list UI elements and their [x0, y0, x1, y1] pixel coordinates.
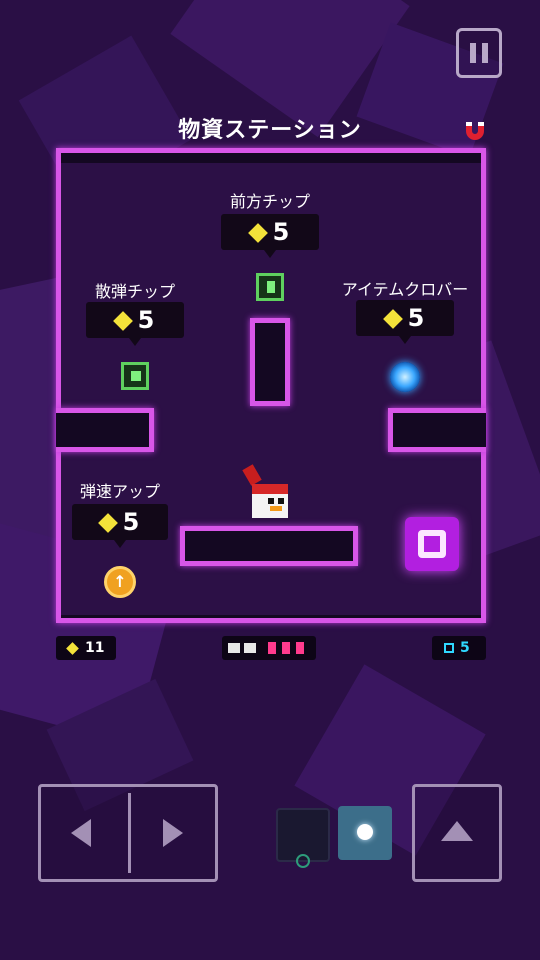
orb-shot-icon — [357, 824, 373, 840]
item-forward-chip[interactable]: 前方チップ 5 — [200, 188, 340, 308]
item-bullet-speed[interactable]: 弾速アップ 5 ↑ — [58, 478, 188, 608]
jump-arrow-icon — [441, 821, 473, 841]
key-icon — [444, 643, 454, 653]
right-arrow-icon — [163, 819, 183, 847]
gem-icon — [66, 641, 79, 655]
item-spread-chip[interactable]: 散弾チップ 5 — [70, 278, 200, 398]
health-pip — [268, 642, 276, 654]
move-left-button[interactable] — [41, 787, 127, 879]
page-title: 物資ステーション — [178, 118, 362, 143]
spread-chip-icon — [121, 362, 149, 390]
price-tag: 5 — [221, 214, 319, 258]
gem-icon — [97, 513, 118, 533]
weapon-slot-orb[interactable] — [338, 806, 392, 860]
gem-icon — [112, 311, 133, 331]
pause-button[interactable] — [456, 28, 502, 78]
price-value: 5 — [272, 218, 290, 246]
price-value: 5 — [122, 508, 140, 536]
bullet-speed-coin-icon: ↑ — [104, 566, 136, 598]
move-right-button[interactable] — [131, 787, 215, 879]
move-dpad — [38, 784, 218, 882]
item-label: アイテムクロバー — [341, 280, 469, 299]
price-tag: 5 — [356, 300, 454, 344]
right-ledge — [388, 408, 486, 452]
forward-chip-icon — [256, 273, 284, 301]
item-orb-icon — [390, 362, 420, 392]
price-tag: 5 — [86, 302, 184, 346]
gem-icon — [247, 223, 268, 243]
price-value: 5 — [407, 304, 425, 332]
jump-button[interactable] — [412, 784, 502, 882]
key-count: 5 — [460, 640, 470, 656]
exit-portal[interactable] — [405, 517, 459, 571]
health-pip — [296, 642, 304, 654]
item-label: 前方チップ — [229, 192, 310, 211]
gem-count: 11 — [85, 640, 105, 656]
item-orb[interactable]: アイテムクロバー 5 — [330, 276, 480, 406]
gem-icon — [382, 309, 403, 329]
robot-icon — [244, 643, 256, 653]
robot-icon — [228, 643, 240, 653]
gem-counter: 11 — [56, 636, 116, 660]
health-bar — [222, 636, 316, 660]
weapon-slot-empty[interactable] — [276, 808, 330, 868]
pause-icon — [470, 43, 476, 63]
portal-icon — [418, 530, 446, 558]
key-counter: 5 — [432, 636, 486, 660]
item-label: 散弾チップ — [94, 282, 175, 301]
left-ledge — [56, 408, 154, 452]
slot-indicator-icon — [296, 854, 310, 868]
center-pillar — [250, 318, 290, 406]
price-tag: 5 — [72, 504, 168, 548]
health-pip — [282, 642, 290, 654]
item-label: 弾速アップ — [79, 482, 160, 501]
left-arrow-icon — [71, 819, 91, 847]
player-character — [242, 464, 294, 522]
price-value: 5 — [137, 306, 155, 334]
center-platform — [180, 526, 358, 566]
pause-icon — [482, 43, 488, 63]
magnet-icon — [466, 122, 484, 140]
